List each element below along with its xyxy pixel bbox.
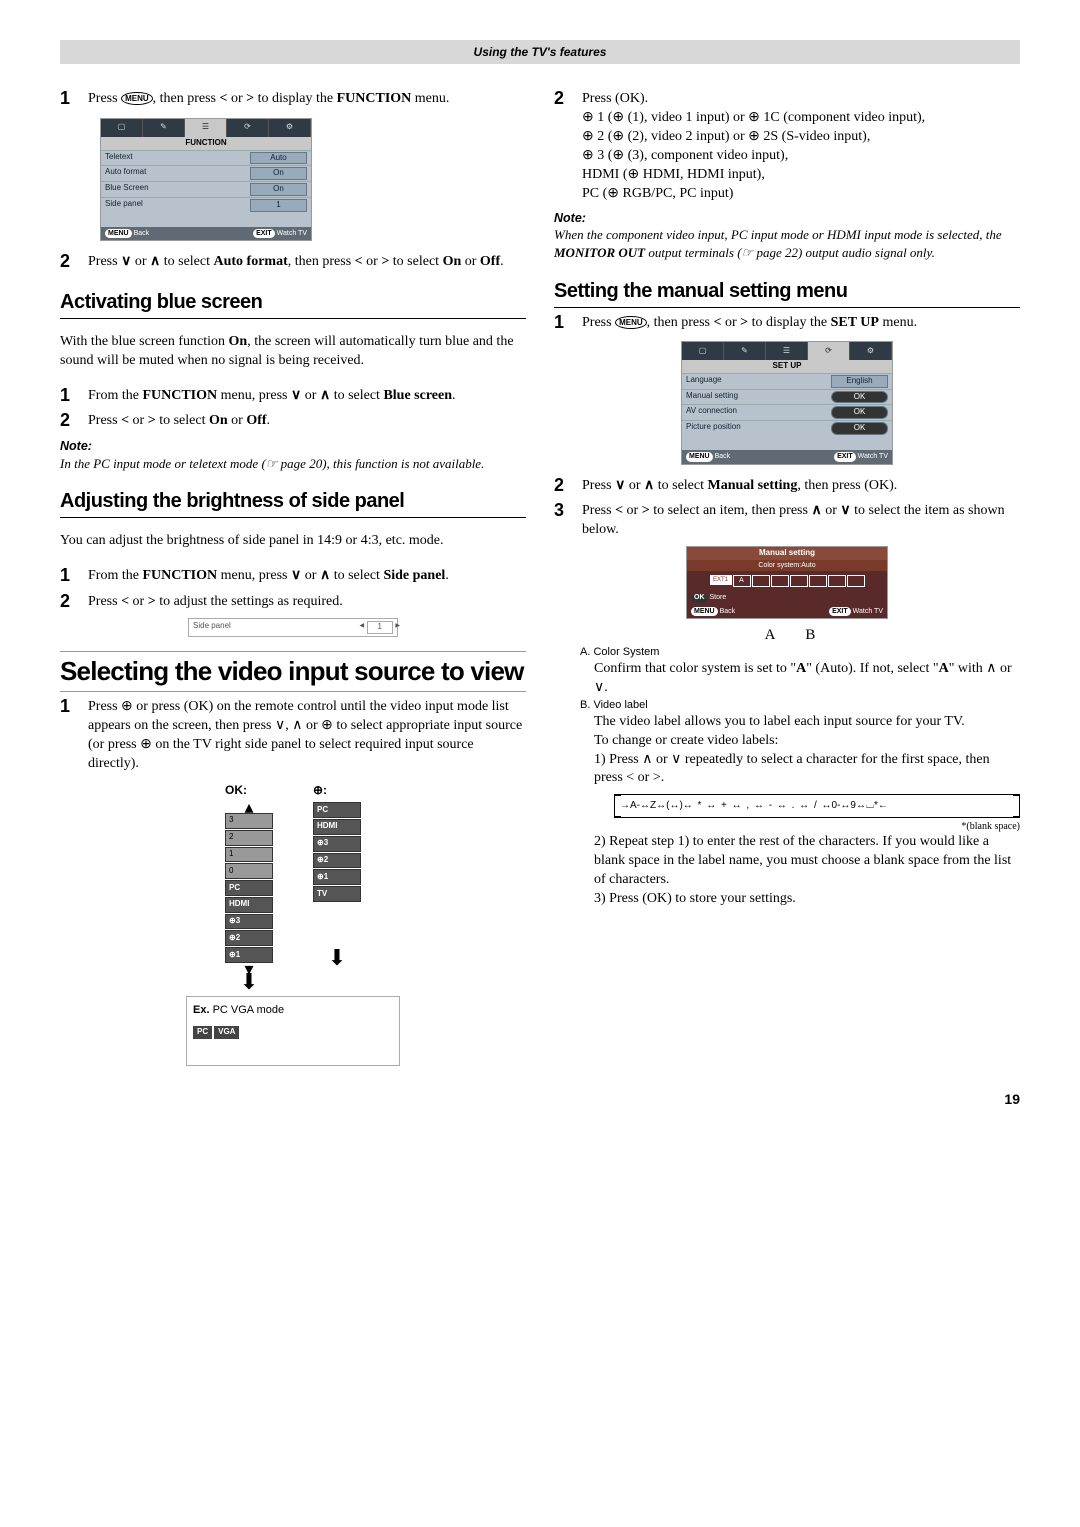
osd-manual-setting: Manual setting Color system:Auto EXT1 A … [686, 546, 888, 619]
osd-icon-row: ▢✎☰⟳⚙ [682, 342, 892, 360]
step-number: 2 [60, 410, 78, 432]
input-line: ⊕ 3 (⊕ (3), component video input), [582, 147, 1020, 166]
step-2-autoformat: 2 Press ∨ or ∧ to select Auto format, th… [60, 251, 526, 273]
step-number: 3 [554, 500, 572, 540]
osd-cell-row: EXT1 A [687, 571, 887, 591]
heading-blue-screen: Activating blue screen [60, 289, 526, 319]
item-b: B. Video label The video label allows yo… [580, 698, 1020, 909]
page-number: 19 [60, 1090, 1020, 1109]
page-header: Using the TV's features [60, 40, 1020, 64]
video-label-step-3: 3) Press (OK) to store your settings. [594, 890, 1020, 909]
osd-footer: MENUBack EXITWatch TV [101, 227, 311, 240]
osd-row: Side panel1 [101, 197, 311, 213]
input-stack-ok: OK: ▴ 3 2 1 0 PC HDMI ⊕3 ⊕2 ⊕1 ▾ ⬇ [225, 782, 273, 988]
video-label-step-2: 2) Repeat step 1) to enter the rest of t… [594, 833, 1020, 890]
input-source-diagram: OK: ▴ 3 2 1 0 PC HDMI ⊕3 ⊕2 ⊕1 ▾ ⬇ ⊕: PC… [60, 782, 526, 988]
osd-title: Manual setting [687, 547, 887, 560]
left-column: 1 Press MENU, then press < or > to displ… [60, 84, 526, 1070]
example-text: PC VGA mode [213, 1004, 285, 1016]
side-step-2: 2 Press < or > to adjust the settings as… [60, 591, 526, 613]
manual-step-2: 2 Press ∨ or ∧ to select Manual setting,… [554, 475, 1020, 497]
osd-row: TeletextAuto [101, 150, 311, 166]
step-1-function: 1 Press MENU, then press < or > to displ… [60, 88, 526, 110]
tag-vga: VGA [214, 1026, 239, 1039]
step-number: 2 [60, 591, 78, 613]
step-number: 1 [554, 312, 572, 334]
osd-icon-row: ▢✎☰⟳⚙ [101, 119, 311, 137]
manual-step-3: 3 Press < or > to select an item, then p… [554, 500, 1020, 540]
video-label-step-1: 1) Press ∧ or ∨ repeatedly to select a c… [594, 751, 1020, 789]
osd-side-panel-value: Side panel1 [188, 618, 398, 637]
video-step-2: 2 Press (OK). ⊕ 1 (⊕ (1), video 1 input)… [554, 88, 1020, 203]
osd-function-menu: ▢✎☰⟳⚙ FUNCTION TeletextAuto Auto formatO… [100, 118, 312, 241]
side-step-1: 1 From the FUNCTION menu, press ∨ or ∧ t… [60, 565, 526, 587]
input-line: HDMI (⊕ HDMI, HDMI input), [582, 166, 1020, 185]
osd-row: Manual settingOK [682, 389, 892, 405]
heading-manual-setting: Setting the manual setting menu [554, 278, 1020, 308]
osd-row: Auto formatOn [101, 165, 311, 181]
osd-row: AV connectionOK [682, 404, 892, 420]
note-body: In the PC input mode or teletext mode (☞… [60, 455, 526, 473]
item-b-heading: B. Video label [580, 698, 1020, 713]
note-label: Note: [554, 210, 1020, 227]
manual-step-1: 1 Press MENU, then press < or > to displ… [554, 312, 1020, 334]
ab-pointer-labels: AB [554, 625, 1020, 645]
step-number: 1 [60, 565, 78, 587]
step-number: 2 [554, 88, 572, 203]
step-number: 1 [60, 88, 78, 110]
step-number: 2 [554, 475, 572, 497]
video-step-1: 1 Press ⊕ or press (OK) on the remote co… [60, 696, 526, 774]
note-label: Note: [60, 438, 526, 455]
example-pc-vga: Ex. PC VGA mode PCVGA [186, 996, 400, 1066]
osd-row: Picture positionOK [682, 420, 892, 436]
osd-footer: OKStore [687, 591, 887, 604]
input-line: PC (⊕ RGB/PC, PC input) [582, 185, 1020, 204]
item-a-heading: A. Color System [580, 645, 1020, 660]
input-stack-source: ⊕: PC HDMI ⊕3 ⊕2 ⊕1 TV ⬇ [313, 782, 361, 988]
character-list: →A-↔Z↔(↔)↔ * ↔ + ↔ , ↔ - ↔ . ↔ / ↔0-↔9↔⌴… [614, 794, 1020, 818]
osd-row: LanguageEnglish [682, 373, 892, 389]
blue-screen-desc: With the blue screen function On, the sc… [60, 333, 526, 371]
step-number: 2 [60, 251, 78, 273]
menu-icon: MENU [121, 92, 153, 105]
input-line: ⊕ 1 (⊕ (1), video 1 input) or ⊕ 1C (comp… [582, 109, 1020, 128]
heading-side-panel: Adjusting the brightness of side panel [60, 488, 526, 518]
tag-pc: PC [193, 1026, 212, 1039]
side-panel-desc: You can adjust the brightness of side pa… [60, 532, 526, 551]
osd-subtitle: Color system:Auto [687, 560, 887, 571]
blue-step-2: 2 Press < or > to select On or Off. [60, 410, 526, 432]
note-body: When the component video input, PC input… [554, 226, 1020, 261]
example-label: Ex. [193, 1004, 210, 1016]
item-a: A. Color System Confirm that color syste… [580, 645, 1020, 698]
step-body: Press MENU, then press < or > to display… [88, 88, 526, 110]
input-line: ⊕ 2 (⊕ (2), video 2 input) or ⊕ 2S (S-vi… [582, 128, 1020, 147]
heading-video-input: Selecting the video input source to view [60, 651, 526, 692]
osd-title: FUNCTION [101, 137, 311, 150]
osd-title: SET UP [682, 360, 892, 373]
step-number: 1 [60, 385, 78, 407]
right-column: 2 Press (OK). ⊕ 1 (⊕ (1), video 1 input)… [554, 84, 1020, 1070]
blue-step-1: 1 From the FUNCTION menu, press ∨ or ∧ t… [60, 385, 526, 407]
osd-footer: MENUBack EXITWatch TV [687, 605, 887, 618]
osd-row: Blue ScreenOn [101, 181, 311, 197]
blank-space-note: *(blank space) [594, 820, 1020, 834]
step-number: 1 [60, 696, 78, 774]
osd-footer: MENUBack EXITWatch TV [682, 450, 892, 463]
osd-setup-menu: ▢✎☰⟳⚙ SET UP LanguageEnglish Manual sett… [681, 341, 893, 464]
menu-icon: MENU [615, 316, 647, 329]
